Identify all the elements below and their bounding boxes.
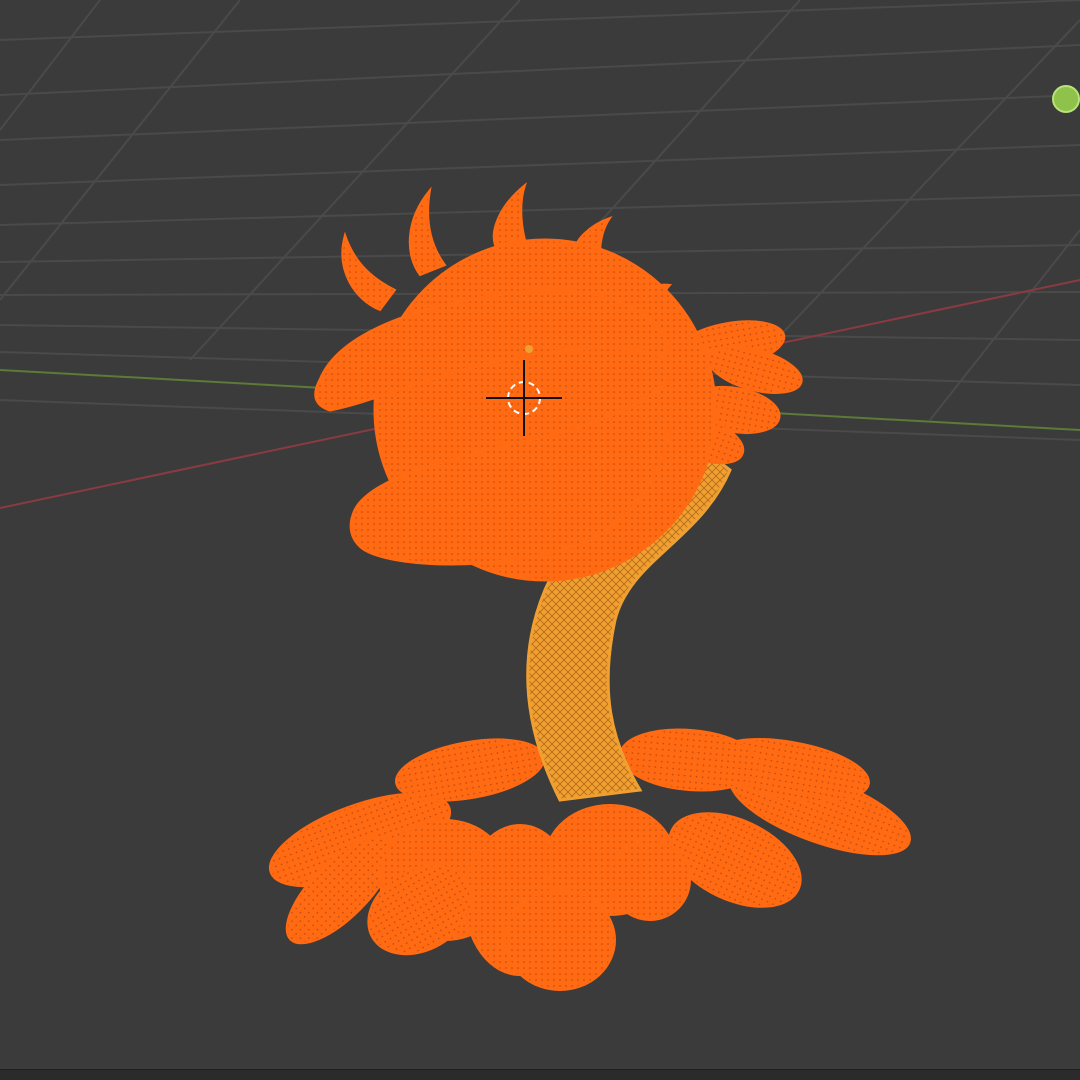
plant-model[interactable] — [0, 0, 1080, 1080]
status-bar — [0, 1069, 1080, 1080]
3d-viewport[interactable] — [0, 0, 1080, 1080]
green-axis-circle-icon[interactable] — [1052, 85, 1080, 113]
origin-point — [525, 345, 533, 353]
